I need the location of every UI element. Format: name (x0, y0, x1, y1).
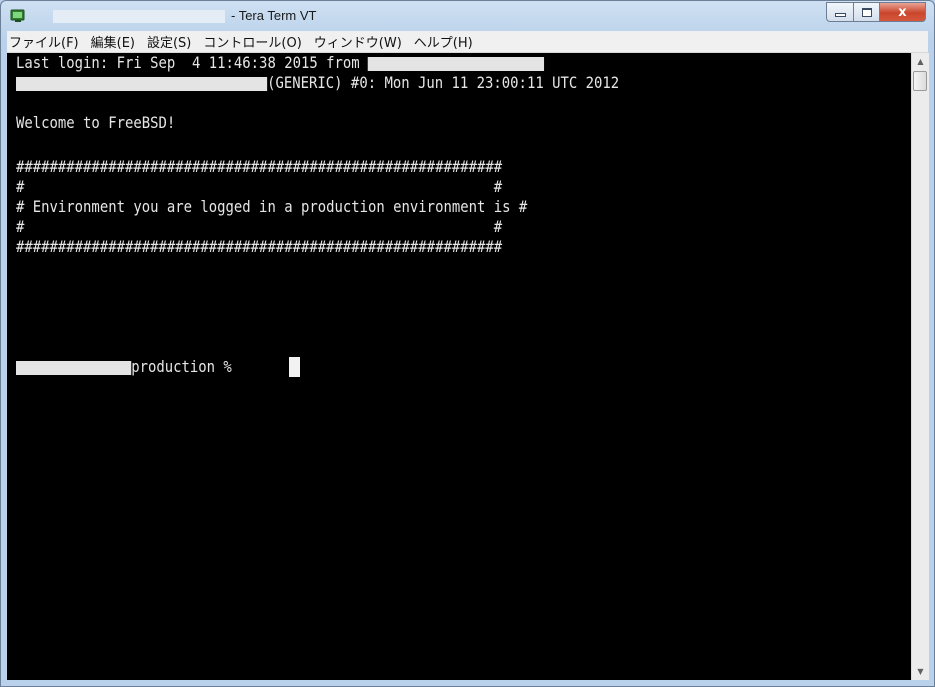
banner-message: # Environment you are logged in a produc… (16, 197, 528, 216)
terminal-screen[interactable]: Last login: Fri Sep 4 11:46:38 2015 from… (7, 53, 911, 680)
terminal-line-kernel: (GENERIC) #0: Mon Jun 11 23:00:11 UTC 20… (16, 73, 619, 93)
tera-term-app-icon[interactable] (10, 9, 26, 23)
redacted-host (368, 56, 545, 71)
menu-setup[interactable]: 設定(S) (141, 32, 197, 51)
menu-window[interactable]: ウィンドウ(W) (308, 32, 408, 51)
scroll-down-arrow-icon[interactable]: ▼ (912, 663, 929, 680)
banner-bottom-border: ########################################… (16, 237, 503, 256)
menu-edit[interactable]: 編集(E) (85, 32, 141, 51)
minimize-button[interactable] (826, 2, 853, 22)
minimize-icon (834, 13, 846, 17)
terminal-line-welcome: Welcome to FreeBSD! (16, 113, 176, 132)
close-icon: x (898, 4, 907, 20)
banner-top-border: ########################################… (16, 157, 503, 176)
title-bar[interactable]: - Tera Term VT x (1, 1, 934, 31)
kernel-version-text: (GENERIC) #0: Mon Jun 11 23:00:11 UTC 20… (267, 73, 620, 92)
redacted-kernel-name (16, 76, 268, 91)
menu-control[interactable]: コントロール(O) (197, 32, 307, 51)
menu-help[interactable]: ヘルプ(H) (408, 32, 479, 51)
terminal-line-last-login: Last login: Fri Sep 4 11:46:38 2015 from (16, 53, 545, 73)
scrollbar-thumb[interactable] (913, 71, 927, 91)
terminal-line-prompt: production % (16, 357, 240, 377)
banner-blank-line: # # (16, 217, 503, 236)
terminal-cursor (289, 357, 300, 377)
redacted-prompt-host (16, 360, 132, 375)
close-button[interactable]: x (880, 2, 926, 22)
tera-term-window: - Tera Term VT x ファイル(F) 編集(E) 設定(S) コント… (0, 0, 935, 687)
last-login-text: Last login: Fri Sep 4 11:46:38 2015 from (16, 53, 369, 72)
scroll-up-arrow-icon[interactable]: ▲ (912, 53, 929, 70)
maximize-icon (861, 7, 872, 17)
banner-blank-line: # # (16, 177, 503, 196)
vertical-scrollbar[interactable]: ▲ ▼ (911, 53, 929, 680)
menu-file[interactable]: ファイル(F) (7, 32, 85, 51)
redacted-hostname (53, 10, 225, 23)
window-title: - Tera Term VT (231, 8, 317, 23)
menu-bar: ファイル(F) 編集(E) 設定(S) コントロール(O) ウィンドウ(W) ヘ… (7, 31, 928, 53)
caption-buttons: x (826, 2, 926, 22)
maximize-button[interactable] (853, 2, 880, 22)
prompt-text: production % (131, 357, 241, 376)
